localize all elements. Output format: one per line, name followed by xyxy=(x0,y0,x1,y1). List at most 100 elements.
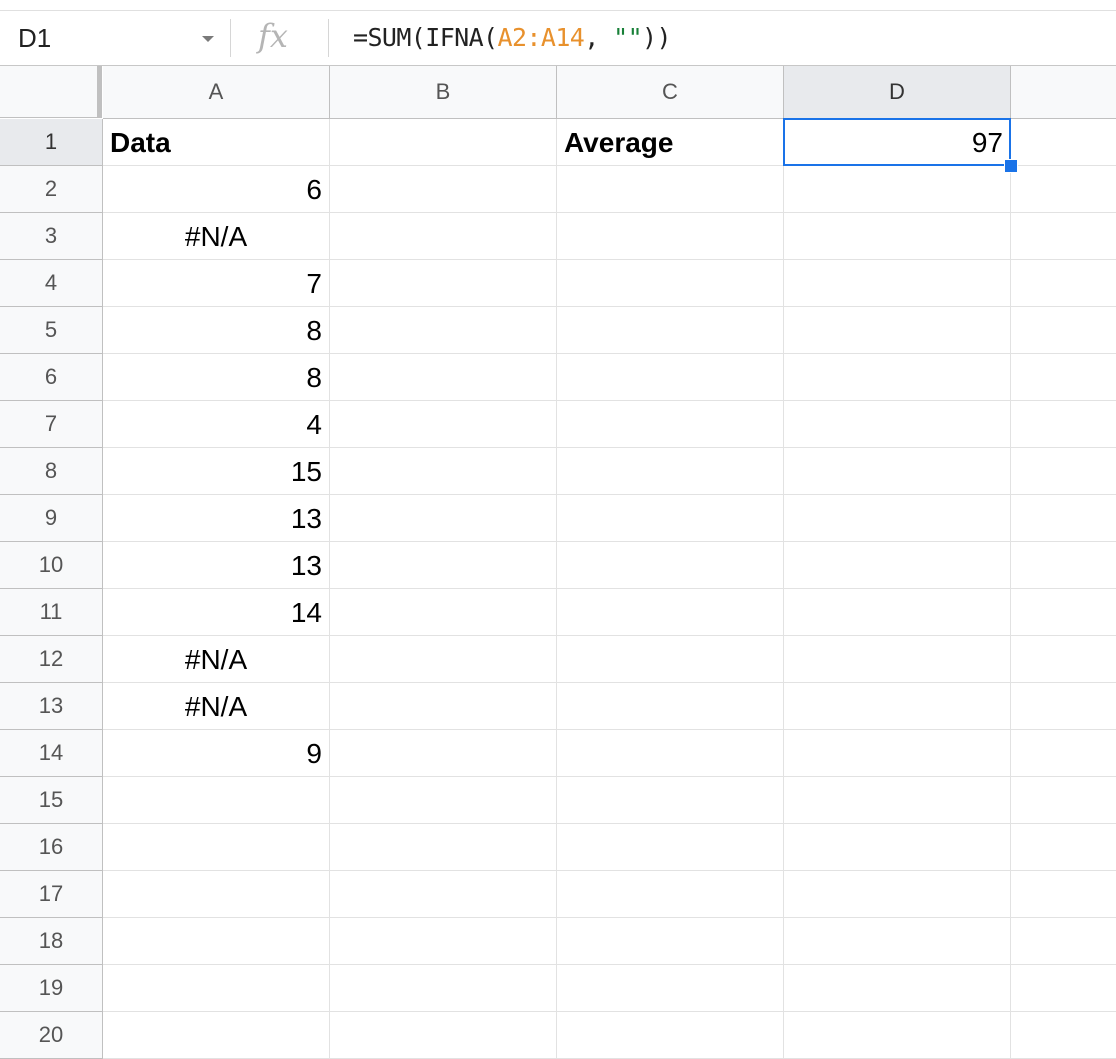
cell-c12[interactable] xyxy=(557,636,784,683)
cell-d5[interactable] xyxy=(784,307,1011,354)
chevron-down-icon[interactable] xyxy=(202,36,214,42)
row-header-5[interactable]: 5 xyxy=(0,307,103,354)
cell-b3[interactable] xyxy=(330,213,557,260)
name-box-value[interactable]: D1 xyxy=(18,23,51,54)
cell-b18[interactable] xyxy=(330,918,557,965)
cell-c2[interactable] xyxy=(557,166,784,213)
cell-c20[interactable] xyxy=(557,1012,784,1059)
cell-a16[interactable] xyxy=(103,824,330,871)
row-header-7[interactable]: 7 xyxy=(0,401,103,448)
cell-b7[interactable] xyxy=(330,401,557,448)
cell-a3[interactable]: #N/A xyxy=(103,213,330,260)
row-header-11[interactable]: 11 xyxy=(0,589,103,636)
cell-d4[interactable] xyxy=(784,260,1011,307)
row-header-8[interactable]: 8 xyxy=(0,448,103,495)
row-header-9[interactable]: 9 xyxy=(0,495,103,542)
cell-b16[interactable] xyxy=(330,824,557,871)
cell-a7[interactable]: 4 xyxy=(103,401,330,448)
cell-e19[interactable] xyxy=(1011,965,1116,1012)
cell-d14[interactable] xyxy=(784,730,1011,777)
cell-d9[interactable] xyxy=(784,495,1011,542)
cell-b11[interactable] xyxy=(330,589,557,636)
cell-c15[interactable] xyxy=(557,777,784,824)
row-header-3[interactable]: 3 xyxy=(0,213,103,260)
row-header-16[interactable]: 16 xyxy=(0,824,103,871)
cell-a20[interactable] xyxy=(103,1012,330,1059)
cell-c1[interactable]: Average xyxy=(557,119,784,166)
cell-e11[interactable] xyxy=(1011,589,1116,636)
formula-input[interactable]: =SUM(IFNA(A2:A14, "")) xyxy=(353,23,672,52)
cell-b10[interactable] xyxy=(330,542,557,589)
column-header-b[interactable]: B xyxy=(330,66,557,119)
row-header-20[interactable]: 20 xyxy=(0,1012,103,1059)
row-header-18[interactable]: 18 xyxy=(0,918,103,965)
cell-a17[interactable] xyxy=(103,871,330,918)
cell-c16[interactable] xyxy=(557,824,784,871)
cell-e4[interactable] xyxy=(1011,260,1116,307)
cell-c8[interactable] xyxy=(557,448,784,495)
cell-d19[interactable] xyxy=(784,965,1011,1012)
cell-d16[interactable] xyxy=(784,824,1011,871)
cell-d6[interactable] xyxy=(784,354,1011,401)
cell-e6[interactable] xyxy=(1011,354,1116,401)
cell-d11[interactable] xyxy=(784,589,1011,636)
cell-c17[interactable] xyxy=(557,871,784,918)
cell-a1[interactable]: Data xyxy=(103,119,330,166)
column-header-c[interactable]: C xyxy=(557,66,784,119)
cell-d20[interactable] xyxy=(784,1012,1011,1059)
cell-c13[interactable] xyxy=(557,683,784,730)
row-header-4[interactable]: 4 xyxy=(0,260,103,307)
row-header-10[interactable]: 10 xyxy=(0,542,103,589)
row-header-14[interactable]: 14 xyxy=(0,730,103,777)
cell-b6[interactable] xyxy=(330,354,557,401)
cell-e10[interactable] xyxy=(1011,542,1116,589)
cell-c9[interactable] xyxy=(557,495,784,542)
cell-a2[interactable]: 6 xyxy=(103,166,330,213)
row-header-15[interactable]: 15 xyxy=(0,777,103,824)
cell-d10[interactable] xyxy=(784,542,1011,589)
cell-e18[interactable] xyxy=(1011,918,1116,965)
row-header-17[interactable]: 17 xyxy=(0,871,103,918)
cell-e12[interactable] xyxy=(1011,636,1116,683)
cell-d3[interactable] xyxy=(784,213,1011,260)
cell-e15[interactable] xyxy=(1011,777,1116,824)
cell-b2[interactable] xyxy=(330,166,557,213)
cell-b17[interactable] xyxy=(330,871,557,918)
cell-e20[interactable] xyxy=(1011,1012,1116,1059)
cell-b5[interactable] xyxy=(330,307,557,354)
cell-c5[interactable] xyxy=(557,307,784,354)
cell-e13[interactable] xyxy=(1011,683,1116,730)
cell-a4[interactable]: 7 xyxy=(103,260,330,307)
cell-d7[interactable] xyxy=(784,401,1011,448)
column-header-d[interactable]: D xyxy=(784,66,1011,119)
cell-c6[interactable] xyxy=(557,354,784,401)
cell-c19[interactable] xyxy=(557,965,784,1012)
cell-e9[interactable] xyxy=(1011,495,1116,542)
cell-e14[interactable] xyxy=(1011,730,1116,777)
cell-e5[interactable] xyxy=(1011,307,1116,354)
name-box[interactable]: D1 xyxy=(0,11,230,65)
cell-b8[interactable] xyxy=(330,448,557,495)
row-header-13[interactable]: 13 xyxy=(0,683,103,730)
column-header-a[interactable]: A xyxy=(103,66,330,119)
cell-c4[interactable] xyxy=(557,260,784,307)
cell-c11[interactable] xyxy=(557,589,784,636)
row-header-6[interactable]: 6 xyxy=(0,354,103,401)
cell-d15[interactable] xyxy=(784,777,1011,824)
cell-a14[interactable]: 9 xyxy=(103,730,330,777)
cell-a13[interactable]: #N/A xyxy=(103,683,330,730)
column-header-next[interactable] xyxy=(1011,66,1116,119)
cell-e16[interactable] xyxy=(1011,824,1116,871)
cell-a5[interactable]: 8 xyxy=(103,307,330,354)
row-header-1[interactable]: 1 xyxy=(0,119,103,166)
cell-d12[interactable] xyxy=(784,636,1011,683)
cell-b1[interactable] xyxy=(330,119,557,166)
row-header-2[interactable]: 2 xyxy=(0,166,103,213)
cell-a10[interactable]: 13 xyxy=(103,542,330,589)
cell-d8[interactable] xyxy=(784,448,1011,495)
cell-e2[interactable] xyxy=(1011,166,1116,213)
cell-c18[interactable] xyxy=(557,918,784,965)
select-all-corner[interactable] xyxy=(0,66,102,118)
cell-d2[interactable] xyxy=(784,166,1011,213)
cell-b12[interactable] xyxy=(330,636,557,683)
